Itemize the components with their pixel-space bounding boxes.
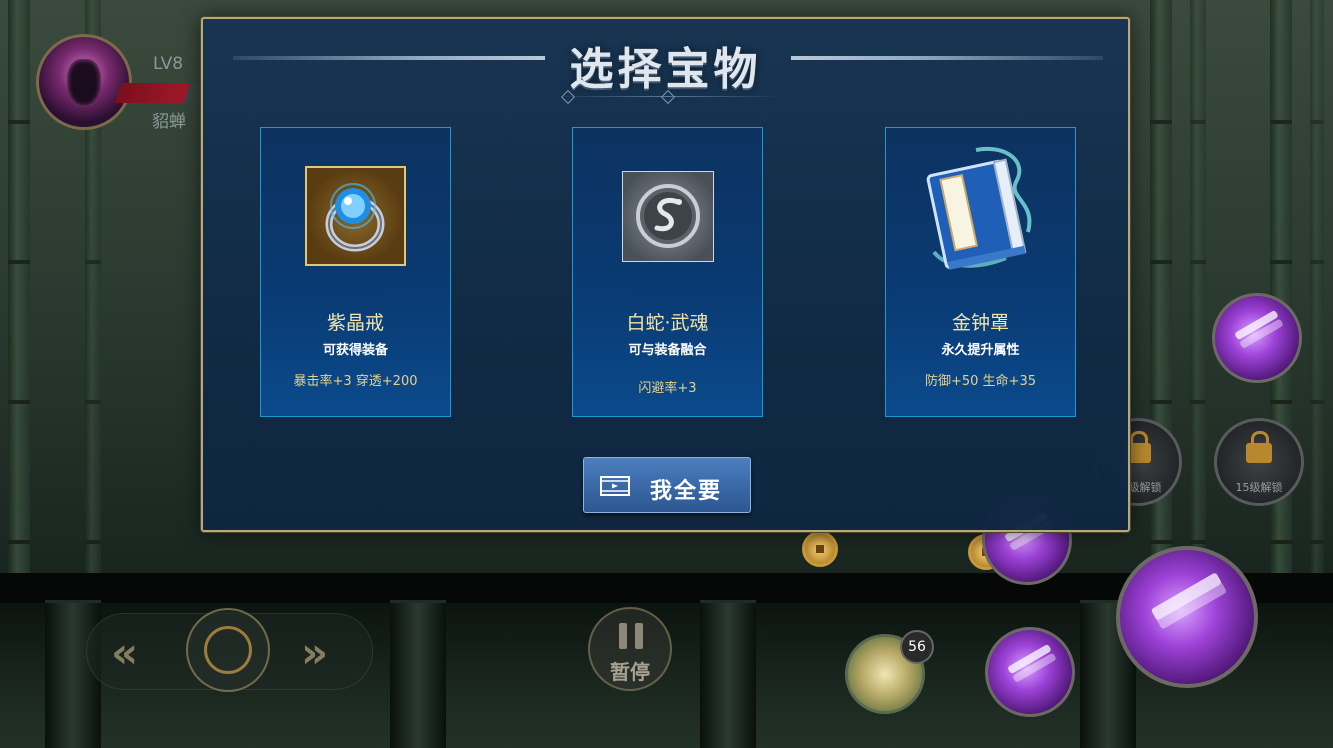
card-stats: 闪避率+3 <box>638 381 697 396</box>
coin-icon <box>802 531 838 567</box>
player-level: LV8 <box>153 54 184 74</box>
lock-label: 15级解锁 <box>1235 481 1283 494</box>
card-description: 可获得装备 <box>322 343 388 358</box>
card-description: 可与装备融合 <box>628 343 707 358</box>
card-name: 白蛇·武魂 <box>626 312 709 334</box>
treasure-card-snake[interactable]: 白蛇·武魂 可与装备融合 闪避率+3 <box>572 127 763 417</box>
move-right-button[interactable]: » <box>301 628 328 677</box>
lock-icon <box>1246 431 1272 463</box>
title-ornament <box>553 89 783 105</box>
silver-snake-medallion-icon <box>622 171 714 262</box>
blue-gem-ring-icon <box>305 166 406 266</box>
card-description: 永久提升属性 <box>941 343 1020 358</box>
card-stats: 暴击率+3 穿透+200 <box>293 374 418 389</box>
move-left-button[interactable]: « <box>111 628 138 677</box>
film-icon <box>600 476 630 496</box>
blue-book-icon <box>916 142 1046 278</box>
take-all-label: 我全要 <box>650 479 723 504</box>
player-avatar <box>36 34 132 130</box>
choose-treasure-dialog: 选择宝物 紫晶戒 可获得装备 暴击率+3 穿透+200 白蛇·武魂 可与装备融合… <box>201 17 1130 532</box>
potion-count-badge: 56 <box>900 630 934 664</box>
treasure-card-book[interactable]: 金钟罩 永久提升属性 防御+50 生命+35 <box>885 127 1076 417</box>
pause-label: 暂停 <box>610 660 650 684</box>
pause-button[interactable]: 暂停 <box>588 607 672 691</box>
dialog-title: 选择宝物 <box>569 44 762 95</box>
player-name: 貂蝉 <box>152 112 186 132</box>
treasure-card-ring[interactable]: 紫晶戒 可获得装备 暴击率+3 穿透+200 <box>260 127 451 417</box>
pause-icon <box>619 623 643 649</box>
skill-button-1[interactable] <box>1212 293 1302 383</box>
card-stats: 防御+50 生命+35 <box>924 374 1036 389</box>
joystick[interactable] <box>186 608 270 692</box>
card-name: 金钟罩 <box>951 312 1009 334</box>
take-all-button[interactable]: 我全要 <box>583 457 751 513</box>
locked-skill-slot-2[interactable]: 15级解锁 <box>1214 418 1304 506</box>
skill-button-3[interactable] <box>985 627 1075 717</box>
main-attack-button[interactable] <box>1116 546 1258 688</box>
card-name: 紫晶戒 <box>326 312 384 334</box>
